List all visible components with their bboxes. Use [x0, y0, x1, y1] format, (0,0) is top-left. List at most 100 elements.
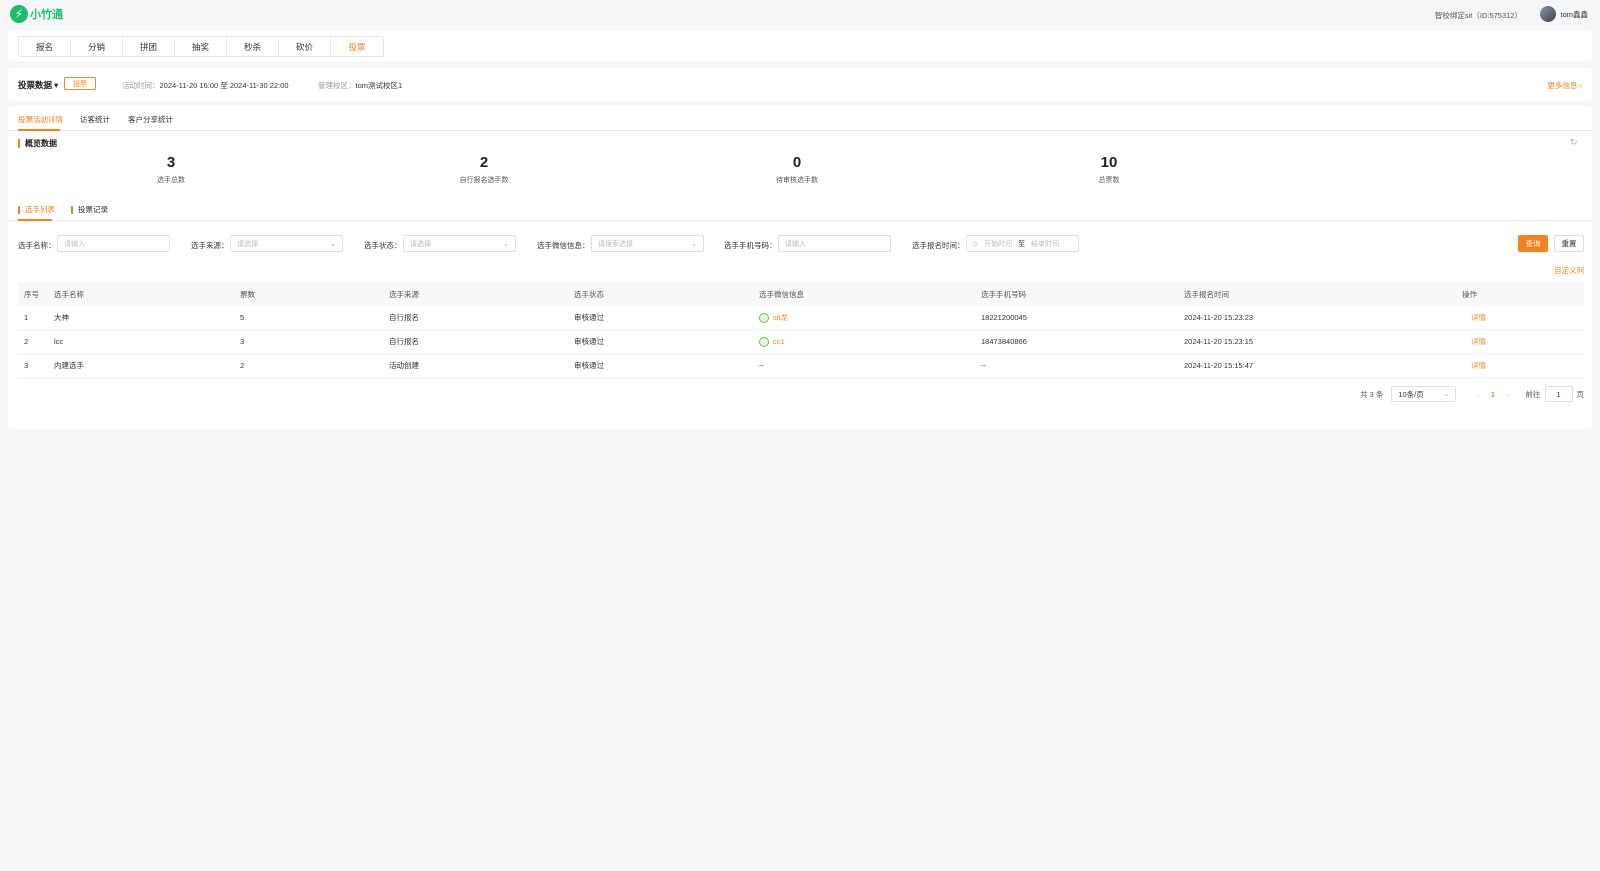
module-tabs: 报名 分销 拼团 抽奖 秒杀 砍价 投票: [18, 36, 384, 57]
cell-name: lcc: [54, 337, 64, 346]
cell-source: 自行报名: [389, 313, 419, 322]
col-status: 选手状态: [574, 289, 604, 299]
player-phone-input[interactable]: 请输入: [778, 235, 891, 252]
more-info-link[interactable]: 更多信息 ›: [1547, 80, 1582, 91]
col-votes: 票数: [240, 289, 255, 299]
tab-player-list[interactable]: 选手列表: [18, 206, 55, 214]
stat-value: 10: [1100, 154, 1118, 171]
players-table: 序号 选手名称 票数 选手来源 选手状态 选手微信信息 选手手机号码 选手报名时…: [18, 282, 1584, 378]
player-source-select[interactable]: 请选择 ⌄: [230, 235, 343, 252]
custom-columns-link[interactable]: 自定义列: [1554, 265, 1584, 276]
module-tab-group-buy[interactable]: 拼团: [123, 37, 175, 56]
module-tab-lottery[interactable]: 抽奖: [175, 37, 227, 56]
start-time-input[interactable]: 开始时间: [984, 239, 1012, 249]
stat-self-signup: 2 自行报名选手数: [424, 154, 544, 185]
goto-label: 前往: [1525, 389, 1541, 399]
logo-text: 小竹通: [30, 9, 63, 21]
module-tab-distribution[interactable]: 分销: [71, 37, 123, 56]
stat-value: 0: [792, 154, 802, 171]
player-status-select[interactable]: 请选择 ⌄: [403, 235, 516, 252]
detail-link[interactable]: 详情: [1471, 312, 1486, 323]
module-tab-flash-sale[interactable]: 秒杀: [227, 37, 279, 56]
wechat-nickname: sit龙: [773, 313, 788, 322]
wechat-avatar-icon: [759, 336, 769, 347]
stat-total-votes: 10 总票数: [1049, 154, 1169, 185]
tab-share-stats[interactable]: 客户分享统计: [128, 114, 173, 125]
total-count: 共 3 条: [1359, 389, 1384, 399]
page-size-select[interactable]: 10条/页 ⌄: [1391, 386, 1457, 402]
player-name-input[interactable]: 请输入: [57, 235, 170, 252]
module-tab-bargain[interactable]: 砍价: [279, 37, 331, 56]
refresh-icon[interactable]: ↻: [1570, 137, 1580, 147]
chevron-down-icon: ⌄: [503, 240, 509, 248]
cell-no: 1: [24, 313, 29, 322]
col-name: 选手名称: [54, 289, 84, 299]
cell-name: 大神: [54, 313, 69, 322]
overview-title: 概览数据: [18, 139, 57, 148]
col-wechat: 选手微信信息: [759, 289, 804, 299]
chevron-down-icon: ⌄: [691, 240, 697, 248]
cell-no: 3: [24, 361, 29, 370]
activity-type-badge: 投票: [64, 77, 96, 90]
col-phone: 选手手机号码: [981, 289, 1026, 299]
cell-no: 2: [24, 337, 29, 346]
main-card: 投票活动详情 访客统计 客户分享统计 概览数据 ↻ 3 选手总数 2 自行报名选…: [8, 106, 1592, 429]
player-phone-placeholder: 请输入: [785, 240, 806, 248]
reset-button[interactable]: 重置: [1554, 235, 1584, 252]
query-button[interactable]: 查询: [1518, 235, 1548, 252]
cell-phone: 18473840866: [981, 337, 1027, 346]
range-separator: 至: [1018, 240, 1026, 248]
detail-link[interactable]: 详情: [1471, 360, 1486, 371]
stat-value: 3: [166, 154, 176, 171]
wechat-nickname: cc1: [773, 337, 785, 346]
stat-value: 2: [479, 154, 489, 171]
filter-source-label: 选手来源：: [191, 241, 229, 250]
cell-status: 审核通过: [574, 313, 604, 322]
active-list-tab-indicator: [18, 219, 52, 221]
detail-link[interactable]: 详情: [1471, 336, 1486, 347]
col-signup-time: 选手报名时间: [1184, 289, 1229, 299]
col-action: 操作: [1462, 289, 1477, 299]
chevron-down-icon: ⌄: [1443, 391, 1450, 398]
active-tab-indicator: [18, 129, 60, 131]
table-row: 3 内建选手 2 活动创建 审核通过 -- -- 2024-11-20 15:1…: [18, 354, 1584, 378]
activity-campus-value: tom测试校区1: [355, 81, 403, 90]
player-wechat-select[interactable]: 请搜索选择 ⌄: [591, 235, 704, 252]
player-name-placeholder: 请输入: [64, 240, 85, 248]
player-source-placeholder: 请选择: [237, 240, 258, 248]
list-tabs: 选手列表 投票记录: [8, 202, 1592, 221]
user-menu[interactable]: tom鑫鑫: [1540, 6, 1588, 22]
col-source: 选手来源: [389, 289, 419, 299]
tab-vote-records[interactable]: 投票记录: [71, 206, 108, 214]
caret-down-icon: ▾: [54, 79, 59, 90]
activity-title-dropdown[interactable]: 投票数据 ▾: [18, 79, 58, 91]
tab-visitor-stats[interactable]: 访客统计: [80, 114, 110, 125]
activity-time-value: 2024-11-20 16:00 至 2024-11-30 22:00: [159, 81, 289, 90]
cell-source: 自行报名: [389, 337, 419, 346]
avatar[interactable]: [1540, 6, 1557, 22]
next-page-icon[interactable]: ›: [1507, 390, 1510, 399]
end-time-input[interactable]: 结束时间: [1031, 239, 1059, 249]
activity-time-label: 活动时间：: [122, 81, 160, 90]
cell-signup-time: 2024-11-20 15:23:15: [1184, 337, 1254, 346]
logo[interactable]: ⚡ 小竹通: [10, 5, 63, 23]
module-tab-vote[interactable]: 投票: [331, 37, 383, 56]
detail-tabs: 投票活动详情 访客统计 客户分享统计: [8, 106, 1592, 131]
signup-time-range-picker[interactable]: ◷ 开始时间 至 结束时间: [966, 235, 1079, 252]
cell-signup-time: 2024-11-20 15:23:23: [1184, 313, 1254, 322]
module-nav-card: 报名 分销 拼团 抽奖 秒杀 砍价 投票: [8, 30, 1592, 61]
user-name[interactable]: tom鑫鑫: [1560, 9, 1588, 20]
module-tab-signup[interactable]: 报名: [19, 37, 71, 56]
activity-info-card: 投票数据 ▾ 投票 活动时间：2024-11-20 16:00 至 2024-1…: [8, 68, 1592, 101]
cell-phone: 18221200045: [981, 313, 1027, 322]
stat-pending-review: 0 待审核选手数: [737, 154, 857, 185]
goto-page-input[interactable]: 1: [1544, 386, 1573, 402]
wechat-avatar-icon: [759, 312, 769, 323]
cell-votes: 5: [240, 313, 245, 322]
tab-vote-detail[interactable]: 投票活动详情: [18, 114, 63, 125]
prev-page-icon[interactable]: ‹: [1476, 390, 1479, 399]
cell-phone: --: [981, 361, 986, 370]
stat-label: 总票数: [1098, 177, 1120, 184]
stat-label: 自行报名选手数: [459, 177, 509, 184]
page-number-current[interactable]: 1: [1491, 390, 1495, 399]
